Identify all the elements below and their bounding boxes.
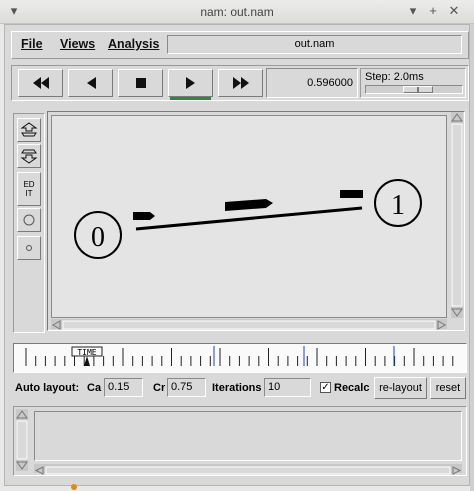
packet[interactable] [225, 199, 273, 211]
annotation-vertical-scrollbar[interactable] [16, 409, 28, 471]
iterations-input[interactable]: 10 [264, 378, 311, 397]
maximize-icon[interactable]: + [425, 3, 441, 19]
zoom-out-icon [20, 149, 38, 164]
rewind-icon [86, 77, 96, 89]
ca-label: Ca [87, 382, 102, 394]
edit-label-bottom: IT [25, 189, 33, 198]
edit-button[interactable]: ED IT [17, 172, 41, 206]
stop-button[interactable] [118, 69, 163, 97]
menu-file-label: File [21, 37, 43, 51]
step-slider-thumb[interactable] [403, 86, 433, 93]
relayout-button[interactable]: re-layout [374, 377, 427, 399]
small-circle-tool-button[interactable] [17, 236, 41, 260]
zoom-out-button[interactable] [17, 144, 41, 168]
step-label: Step: 2.0ms [365, 71, 424, 83]
node-0[interactable]: 0 [74, 211, 122, 259]
annotation-horizontal-scrollbar[interactable] [34, 464, 462, 475]
network-canvas[interactable]: 0 1 [51, 115, 447, 318]
node-0-label: 0 [91, 222, 105, 253]
minimize-icon[interactable]: ▾ [405, 3, 421, 19]
step-panel: Step: 2.0ms [360, 68, 466, 98]
window-title: nam: out.nam [200, 5, 274, 19]
fast-forward-button[interactable] [218, 69, 263, 97]
recalc-label: Recalc [334, 382, 370, 394]
title-bar: ▾ nam: out.nam ▾ + ✕ [0, 0, 474, 24]
nam-window: File Views Analysis out.nam 0.596000 Ste… [4, 24, 470, 486]
time-display: 0.596000 [266, 68, 358, 98]
fast-rewind-button[interactable] [18, 69, 63, 97]
playback-controls: 0.596000 Step: 2.0ms [11, 65, 469, 101]
play-icon [185, 77, 195, 89]
auto-layout-bar: Auto layout: Ca 0.15 Cr 0.75 Iterations … [13, 377, 469, 401]
menu-analysis-label: Analysis [108, 37, 160, 51]
cr-label: Cr [153, 382, 166, 394]
network-canvas-frame: 0 1 [47, 111, 465, 331]
menu-file[interactable]: File [21, 37, 43, 51]
large-circle-tool-button[interactable] [17, 208, 41, 232]
timeline-slider[interactable]: TIME [13, 343, 467, 373]
cr-input[interactable]: 0.75 [167, 378, 206, 397]
annotation-panel [13, 406, 467, 476]
taskbar-indicator [71, 484, 77, 490]
fast-rewind-icon [32, 77, 49, 89]
close-icon[interactable]: ✕ [446, 3, 462, 19]
network-drawing: 0 1 [74, 179, 422, 259]
vscroll-arrows [451, 113, 463, 317]
filename-display: out.nam [167, 35, 462, 54]
tool-panel: ED IT [13, 113, 45, 333]
reset-button[interactable]: reset [430, 377, 466, 399]
play-button[interactable] [168, 69, 213, 100]
network-link[interactable] [135, 206, 363, 231]
auto-layout-label: Auto layout: [15, 382, 80, 394]
packet[interactable] [133, 212, 155, 220]
timeline-cursor[interactable]: TIME [71, 346, 103, 366]
small-circle-icon [26, 245, 32, 251]
edit-label-top: ED [23, 180, 35, 189]
menu-views[interactable]: Views [60, 37, 95, 51]
canvas-vertical-scrollbar[interactable] [451, 112, 463, 318]
packet[interactable] [340, 190, 363, 198]
hscroll-arrows [51, 320, 447, 330]
annotation-list[interactable] [34, 411, 462, 461]
background-window-edge [470, 24, 474, 491]
node-1-label: 1 [391, 190, 405, 221]
menu-bar: File Views Analysis out.nam [11, 31, 469, 59]
large-circle-icon [23, 214, 35, 226]
rewind-button[interactable] [68, 69, 113, 97]
fast-forward-icon [232, 77, 249, 89]
menu-views-label: Views [60, 37, 96, 51]
iterations-label: Iterations [212, 382, 262, 394]
zoom-in-button[interactable] [17, 118, 41, 142]
canvas-horizontal-scrollbar[interactable] [51, 319, 447, 330]
annotation-vscroll-arrows [16, 410, 28, 470]
annotation-hscroll-arrows [34, 466, 462, 475]
stop-icon [135, 78, 146, 88]
step-slider[interactable] [365, 85, 463, 94]
menu-analysis[interactable]: Analysis [108, 37, 159, 51]
node-1[interactable]: 1 [374, 179, 422, 227]
timeline-ticks: TIME [25, 346, 454, 366]
ca-input[interactable]: 0.15 [104, 378, 143, 397]
recalc-checkbox[interactable]: ✓ [320, 382, 331, 393]
timeline-cursor-label: TIME [77, 348, 96, 357]
zoom-in-icon [20, 122, 38, 137]
